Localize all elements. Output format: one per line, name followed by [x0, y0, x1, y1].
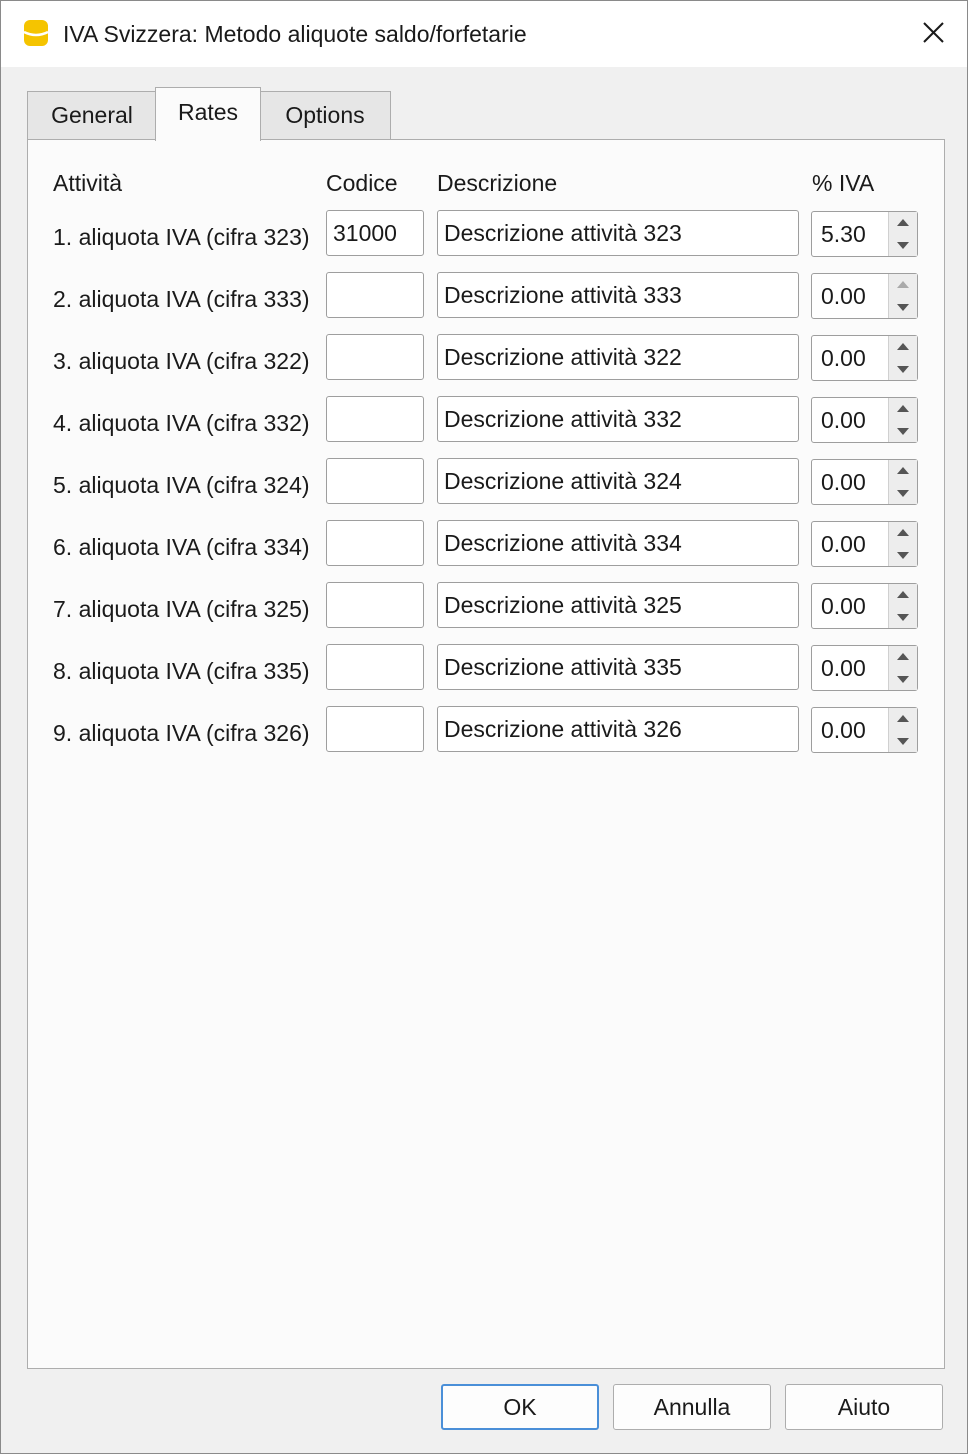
description-field[interactable] — [437, 272, 799, 318]
app-database-icon — [23, 20, 49, 46]
spin-down-icon[interactable] — [889, 358, 917, 380]
vat-rate-value: 0.00 — [821, 531, 866, 557]
vat-rate-value: 5.30 — [821, 221, 866, 247]
tab-general[interactable]: General — [27, 91, 157, 139]
spin-buttons — [888, 274, 917, 318]
rate-label: 7. aliquota IVA (cifra 325) — [53, 596, 310, 622]
header-vat-percent: % IVA — [812, 170, 875, 196]
vat-rate-value: 0.00 — [821, 469, 866, 495]
vat-rate-value: 0.00 — [821, 345, 866, 371]
spin-buttons — [888, 398, 917, 442]
spin-down-icon[interactable] — [889, 668, 917, 690]
spin-down-icon[interactable] — [889, 482, 917, 504]
spin-up-icon[interactable] — [889, 584, 917, 606]
spin-down-icon[interactable] — [889, 544, 917, 566]
spin-up-icon[interactable] — [889, 274, 917, 296]
vat-rate-spinbox[interactable]: 0.00 — [811, 707, 918, 753]
description-field[interactable] — [437, 334, 799, 380]
code-field[interactable] — [326, 272, 424, 318]
spin-down-icon[interactable] — [889, 606, 917, 628]
spin-buttons — [888, 646, 917, 690]
spin-up-icon[interactable] — [889, 522, 917, 544]
description-field[interactable] — [437, 210, 799, 256]
description-field[interactable] — [437, 644, 799, 690]
spin-buttons — [888, 708, 917, 752]
description-field[interactable] — [437, 706, 799, 752]
rate-label: 4. aliquota IVA (cifra 332) — [53, 410, 310, 436]
rate-label: 5. aliquota IVA (cifra 324) — [53, 472, 310, 498]
description-field[interactable] — [437, 520, 799, 566]
spin-up-icon[interactable] — [889, 460, 917, 482]
spin-up-icon[interactable] — [889, 646, 917, 668]
vat-rate-value: 0.00 — [821, 593, 866, 619]
code-field[interactable] — [326, 644, 424, 690]
description-field[interactable] — [437, 396, 799, 442]
header-activity: Attività — [53, 170, 123, 196]
spin-down-icon[interactable] — [889, 234, 917, 256]
cancel-button[interactable]: Annulla — [613, 1384, 771, 1430]
vat-rate-spinbox[interactable]: 0.00 — [811, 583, 918, 629]
vat-rate-spinbox[interactable]: 0.00 — [811, 645, 918, 691]
rate-label: 6. aliquota IVA (cifra 334) — [53, 534, 310, 560]
tab-options[interactable]: Options — [259, 91, 391, 139]
rates-panel: Attività Codice Descrizione % IVA 1. ali… — [27, 139, 945, 1369]
spin-up-icon[interactable] — [889, 212, 917, 234]
code-field[interactable] — [326, 520, 424, 566]
code-field[interactable] — [326, 210, 424, 256]
spin-buttons — [888, 336, 917, 380]
header-description: Descrizione — [437, 170, 558, 196]
spin-up-icon[interactable] — [889, 398, 917, 420]
vat-rate-spinbox[interactable]: 0.00 — [811, 459, 918, 505]
vat-rate-spinbox[interactable]: 5.30 — [811, 211, 918, 257]
help-button[interactable]: Aiuto — [785, 1384, 943, 1430]
rate-label: 3. aliquota IVA (cifra 322) — [53, 348, 310, 374]
code-field[interactable] — [326, 396, 424, 442]
rate-label: 2. aliquota IVA (cifra 333) — [53, 286, 310, 312]
vat-rate-value: 0.00 — [821, 655, 866, 681]
spin-buttons — [888, 522, 917, 566]
vat-rate-spinbox[interactable]: 0.00 — [811, 521, 918, 567]
spin-buttons — [888, 212, 917, 256]
header-code: Codice — [326, 170, 398, 196]
code-field[interactable] — [326, 334, 424, 380]
spin-down-icon[interactable] — [889, 730, 917, 752]
description-field[interactable] — [437, 582, 799, 628]
vat-rate-spinbox[interactable]: 0.00 — [811, 335, 918, 381]
description-field[interactable] — [437, 458, 799, 504]
vat-rate-value: 0.00 — [821, 407, 866, 433]
spin-down-icon[interactable] — [889, 420, 917, 442]
spin-up-icon[interactable] — [889, 336, 917, 358]
spin-up-icon[interactable] — [889, 708, 917, 730]
rate-label: 8. aliquota IVA (cifra 335) — [53, 658, 310, 684]
vat-rate-value: 0.00 — [821, 283, 866, 309]
rate-label: 1. aliquota IVA (cifra 323) — [53, 224, 310, 250]
code-field[interactable] — [326, 582, 424, 628]
spin-buttons — [888, 460, 917, 504]
window-title: IVA Svizzera: Metodo aliquote saldo/forf… — [63, 21, 527, 47]
title-bar: IVA Svizzera: Metodo aliquote saldo/forf… — [1, 1, 967, 67]
ok-button[interactable]: OK — [441, 1384, 599, 1430]
dialog-window: IVA Svizzera: Metodo aliquote saldo/forf… — [0, 0, 968, 1454]
close-icon[interactable] — [917, 17, 949, 49]
tab-rates[interactable]: Rates — [155, 87, 261, 141]
spin-buttons — [888, 584, 917, 628]
vat-rate-spinbox[interactable]: 0.00 — [811, 273, 918, 319]
vat-rate-value: 0.00 — [821, 717, 866, 743]
vat-rate-spinbox[interactable]: 0.00 — [811, 397, 918, 443]
code-field[interactable] — [326, 458, 424, 504]
spin-down-icon[interactable] — [889, 296, 917, 318]
code-field[interactable] — [326, 706, 424, 752]
rate-label: 9. aliquota IVA (cifra 326) — [53, 720, 310, 746]
